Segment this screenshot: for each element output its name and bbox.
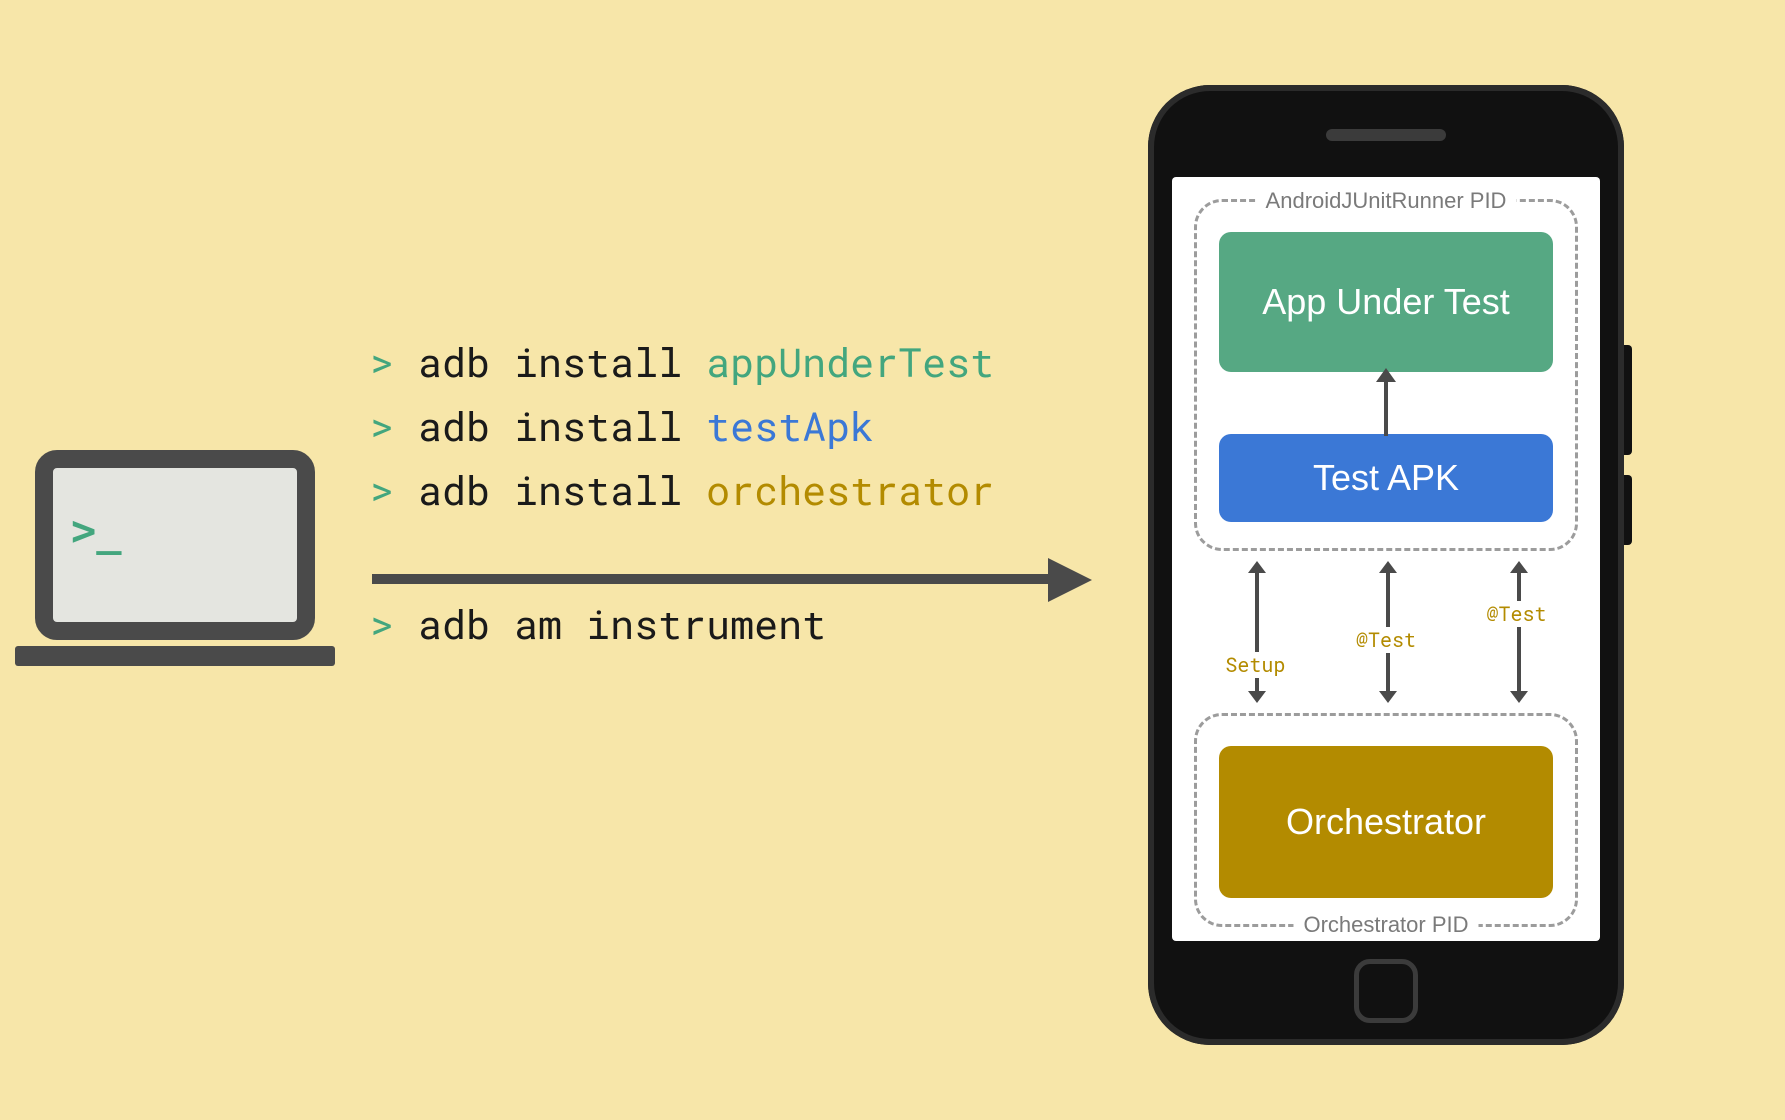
block-orchestrator-label: Orchestrator (1286, 800, 1486, 843)
arrow-head-icon (1048, 558, 1092, 602)
cmd2-text: adb install (418, 399, 706, 452)
phone-side-button (1624, 475, 1632, 545)
orchestrator-pid-box: Orchestrator Orchestrator PID (1194, 713, 1578, 927)
block-test-apk-label: Test APK (1313, 456, 1459, 499)
bi-arrow-test2 (1517, 573, 1521, 691)
laptop-screen: >_ (35, 450, 315, 640)
command-list: > adb install appUnderTest > adb install… (370, 330, 994, 656)
top-pid-label: AndroidJUnitRunner PID (1256, 188, 1517, 214)
cmd-line-2: > adb install testApk (370, 394, 994, 458)
phone-side-button (1624, 345, 1632, 455)
bottom-pid-label: Orchestrator PID (1293, 912, 1478, 938)
cmd-line-1: > adb install appUnderTest (370, 330, 994, 394)
prompt-symbol: > (370, 463, 394, 516)
phone-device-icon: AndroidJUnitRunner PID App Under Test Te… (1148, 85, 1624, 1045)
cmd4-text: adb am instrument (418, 597, 826, 650)
arrow-shaft (372, 574, 1052, 584)
laptop-prompt-text: >_ (71, 506, 122, 555)
cmd1-arg: appUnderTest (706, 335, 994, 388)
cmd1-text: adb install (418, 335, 706, 388)
laptop-base (15, 646, 335, 666)
prompt-symbol: > (370, 335, 394, 388)
laptop-icon: >_ (35, 450, 315, 666)
phone-screen: AndroidJUnitRunner PID App Under Test Te… (1172, 177, 1600, 941)
phone-home-button-icon (1354, 959, 1418, 1023)
androidjunitrunner-pid-box: AndroidJUnitRunner PID App Under Test Te… (1194, 199, 1578, 551)
cmd2-arg: testApk (706, 399, 874, 452)
label-setup: Setup (1221, 652, 1289, 678)
block-test-apk: Test APK (1219, 434, 1553, 522)
orchestrator-arrows: Setup @Test @Test (1194, 557, 1578, 707)
label-test1: @Test (1352, 627, 1420, 653)
prompt-symbol: > (370, 597, 394, 650)
cmd-line-3: > adb install orchestrator (370, 458, 994, 522)
cmd3-arg: orchestrator (706, 463, 994, 516)
arrow-to-phone (372, 558, 1092, 598)
cmd3-text: adb install (418, 463, 706, 516)
prompt-symbol: > (370, 399, 394, 452)
block-app-under-test: App Under Test (1219, 232, 1553, 372)
phone-speaker-icon (1326, 129, 1446, 141)
arrow-testapk-to-app (1384, 380, 1388, 436)
block-app-under-test-label: App Under Test (1262, 280, 1509, 323)
label-test2: @Test (1483, 601, 1551, 627)
cmd-line-4: > adb am instrument (370, 592, 994, 656)
block-orchestrator: Orchestrator (1219, 746, 1553, 898)
